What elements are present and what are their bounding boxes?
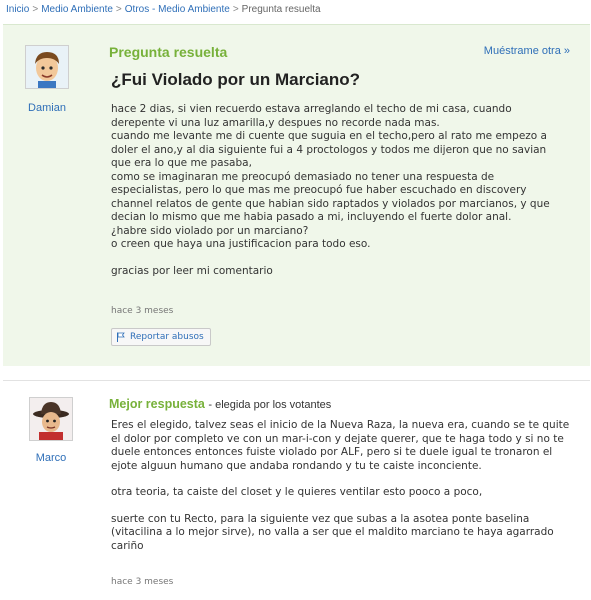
avatar-marco[interactable] xyxy=(29,397,73,441)
question-line: especialistas, pero lo que mas me preocu… xyxy=(111,184,527,196)
breadcrumb-separator: > xyxy=(232,4,239,15)
answer-line: (vitacilina a lo mejor sirve), no valla … xyxy=(111,526,554,538)
question-timestamp: hace 3 meses xyxy=(111,306,174,316)
question-line: que era lo que me pasaba, xyxy=(111,157,252,169)
question-body: hace 2 dias, si vien recuerdo estava arr… xyxy=(111,103,571,278)
answer-line: el dolor por completo ve con un mar-i-co… xyxy=(111,432,564,445)
question-line: como se imaginaran me preocupó demasiado… xyxy=(111,170,495,183)
answer-line: cariño xyxy=(111,539,144,552)
question-line: ¿habre sido violado por un marciano? xyxy=(111,224,309,237)
question-line: cuando me levante me di cuente que sugui… xyxy=(111,130,547,142)
question-line: derepente vi una luz amarilla,y despues … xyxy=(111,116,440,129)
avatar-damian[interactable] xyxy=(25,45,69,89)
breadcrumb-medio-ambiente[interactable]: Medio Ambiente xyxy=(41,4,113,15)
answer-body: Eres el elegido, talvez seas el inicio d… xyxy=(111,419,576,553)
breadcrumb-current: Pregunta resuelta xyxy=(241,4,321,15)
question-line: doler el ano,y al dia siguiente fui a 4 … xyxy=(111,143,547,156)
question-line: channel relatos de gente que habian sido… xyxy=(111,197,550,210)
breadcrumb-inicio[interactable]: Inicio xyxy=(6,4,29,15)
best-answer-label: Mejor respuesta xyxy=(109,397,205,411)
question-closing: gracias por leer mi comentario xyxy=(111,264,273,277)
report-abuse-button[interactable]: Reportar abusos xyxy=(111,328,211,346)
answerer-username[interactable]: Marco xyxy=(21,452,81,464)
flag-icon xyxy=(117,332,125,342)
cartoon-boy-icon xyxy=(26,46,68,88)
report-abuse-label: Reportar abusos xyxy=(130,332,204,342)
answer-timestamp: hace 3 meses xyxy=(111,577,174,587)
answer-line: duele entonces entonces fuiste violado p… xyxy=(111,446,553,458)
cartoon-cowboy-icon xyxy=(30,398,72,440)
question-line: hace 2 dias, si vien recuerdo estava arr… xyxy=(111,103,512,115)
question-status: Pregunta resuelta xyxy=(109,44,228,60)
breadcrumb-otros[interactable]: Otros - Medio Ambiente xyxy=(125,4,230,15)
show-other-link[interactable]: Muéstrame otra » xyxy=(484,45,570,57)
breadcrumb: Inicio > Medio Ambiente > Otros - Medio Ambi… xyxy=(6,4,321,20)
question-title: ¿Fui Violado por un Marciano? xyxy=(111,70,361,89)
question-panel: Damian Pregunta resuelta Muéstrame otra … xyxy=(3,24,590,366)
best-answer-panel: Marco Mejor respuesta - elegida por los … xyxy=(3,380,590,600)
answer-line: suerte con tu Recto, para la siguiente v… xyxy=(111,512,530,525)
best-answer-heading: Mejor respuesta - elegida por los votant… xyxy=(109,397,331,411)
question-line: o creen que haya una justificacion para … xyxy=(111,238,371,250)
breadcrumb-separator: > xyxy=(32,4,39,15)
answer-line: Eres el elegido, talvez seas el inicio d… xyxy=(111,419,570,431)
asker-username[interactable]: Damian xyxy=(17,102,77,114)
breadcrumb-separator: > xyxy=(115,4,122,15)
answer-line: ejote alguun humano que andaba rondando … xyxy=(111,459,482,472)
answer-line: otra teoria, ta caiste del closet y le q… xyxy=(111,486,483,498)
question-line: decian lo mismo que me habia pasado a mi… xyxy=(111,211,512,223)
chosen-by-label: - elegida por los votantes xyxy=(208,399,332,411)
